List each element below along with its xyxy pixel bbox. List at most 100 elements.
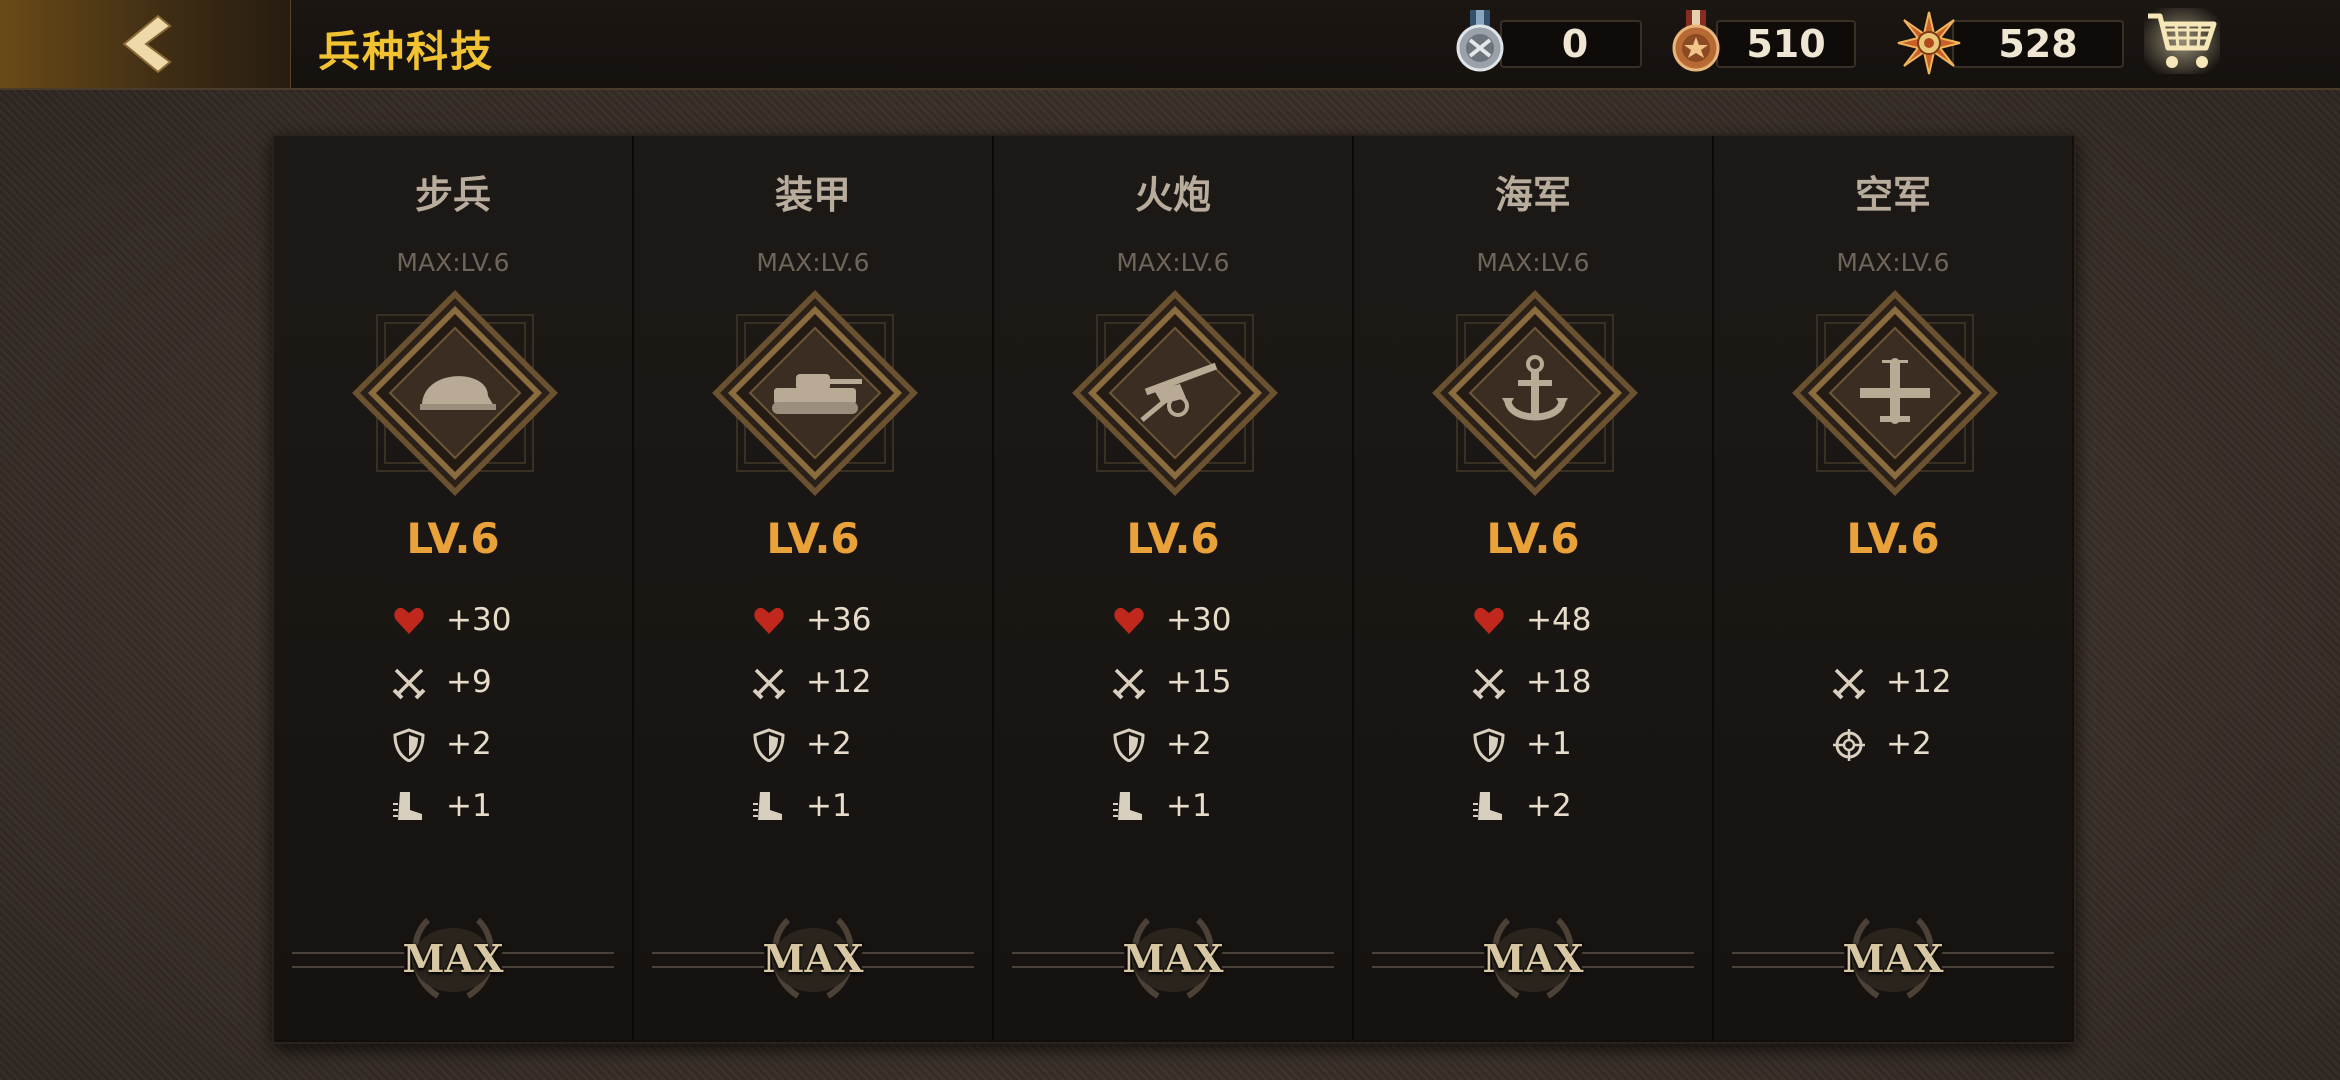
stat-value: +9 bbox=[446, 664, 492, 700]
stat-value: +12 bbox=[806, 664, 872, 700]
stat-value: +2 bbox=[1526, 788, 1572, 824]
crosshair-icon bbox=[1833, 729, 1865, 761]
stat-attack: +9 bbox=[392, 662, 592, 702]
stat-value: +2 bbox=[446, 726, 492, 762]
branch-level: LV.6 bbox=[406, 514, 500, 563]
tech-panel: 步兵 MAX:LV.6 LV.6 +30 +9 +2 +1 MAX 装甲 MAX… bbox=[272, 134, 2076, 1044]
max-label: MAX bbox=[1842, 936, 1944, 981]
branch-level: LV.6 bbox=[1846, 514, 1940, 563]
branch-level: LV.6 bbox=[1126, 514, 1220, 563]
heart-icon bbox=[1114, 607, 1144, 634]
boot-icon bbox=[753, 792, 782, 820]
stat-speed: +1 bbox=[392, 786, 592, 826]
max-level-button[interactable]: MAX bbox=[292, 908, 614, 1008]
cannon-icon bbox=[1072, 290, 1278, 496]
boot-icon bbox=[1473, 792, 1502, 820]
stat-defense: +2 bbox=[392, 724, 592, 764]
branch-max-level: MAX:LV.6 bbox=[1476, 248, 1590, 277]
max-label: MAX bbox=[1122, 936, 1224, 981]
stat-value: +30 bbox=[1166, 602, 1232, 638]
stat-value: +1 bbox=[1166, 788, 1212, 824]
stat-defense: +2 bbox=[752, 724, 952, 764]
max-label: MAX bbox=[762, 936, 864, 981]
stat-value: +1 bbox=[446, 788, 492, 824]
heart-icon bbox=[754, 607, 784, 634]
stat-speed: +1 bbox=[1112, 786, 1312, 826]
swords-icon bbox=[752, 668, 786, 700]
stat-value: +36 bbox=[806, 602, 872, 638]
stat-value: +1 bbox=[806, 788, 852, 824]
stat-value: +2 bbox=[1166, 726, 1212, 762]
stat-attack: +18 bbox=[1472, 662, 1672, 702]
shield-icon bbox=[393, 728, 425, 762]
stat-accuracy: +2 bbox=[1832, 724, 2032, 764]
branch-level: LV.6 bbox=[766, 514, 860, 563]
stat-value: +15 bbox=[1166, 664, 1232, 700]
shop-cart-icon[interactable] bbox=[2144, 8, 2220, 74]
stat-value: +30 bbox=[446, 602, 512, 638]
stat-attack: +15 bbox=[1112, 662, 1312, 702]
branch-card-artillery[interactable]: 火炮 MAX:LV.6 LV.6 +30 +15 +2 +1 MAX bbox=[994, 136, 1355, 1040]
heart-icon bbox=[1474, 607, 1504, 634]
stat-defense: +1 bbox=[1472, 724, 1672, 764]
branch-max-level: MAX:LV.6 bbox=[1836, 248, 1950, 277]
max-label: MAX bbox=[1482, 936, 1584, 981]
swords-icon bbox=[1832, 668, 1866, 700]
branch-max-level: MAX:LV.6 bbox=[1116, 248, 1230, 277]
chevron-left-icon bbox=[122, 14, 172, 74]
stat-attack: +12 bbox=[752, 662, 952, 702]
stat-hp: +36 bbox=[752, 600, 952, 640]
star-badge-counter: 528 bbox=[1952, 20, 2124, 68]
stat-value: +12 bbox=[1886, 664, 1952, 700]
silver-medal-icon bbox=[1456, 10, 1504, 72]
branch-name: 空军 bbox=[1854, 173, 1931, 217]
bronze-medal-value: 510 bbox=[1746, 22, 1826, 66]
top-bar: 兵种科技 0 510 528 bbox=[0, 0, 2340, 90]
silver-medal-counter: 0 bbox=[1500, 20, 1642, 68]
stat-value: +48 bbox=[1526, 602, 1592, 638]
max-label: MAX bbox=[402, 936, 504, 981]
stat-value: +18 bbox=[1526, 664, 1592, 700]
shield-icon bbox=[753, 728, 785, 762]
max-level-button[interactable]: MAX bbox=[1372, 908, 1694, 1008]
branch-name: 火炮 bbox=[1134, 173, 1211, 217]
stat-defense: +2 bbox=[1112, 724, 1312, 764]
boot-icon bbox=[393, 792, 422, 820]
bronze-medal-icon bbox=[1672, 10, 1720, 72]
branch-level: LV.6 bbox=[1486, 514, 1580, 563]
swords-icon bbox=[392, 668, 426, 700]
bronze-medal-counter: 510 bbox=[1716, 20, 1856, 68]
stat-speed: +1 bbox=[752, 786, 952, 826]
tank-icon bbox=[712, 290, 918, 496]
stat-speed: +2 bbox=[1472, 786, 1672, 826]
page-title: 兵种科技 bbox=[318, 27, 495, 76]
stat-hp: +48 bbox=[1472, 600, 1672, 640]
stat-attack: +12 bbox=[1832, 662, 2032, 702]
anchor-icon bbox=[1432, 290, 1638, 496]
stat-value: +2 bbox=[806, 726, 852, 762]
silver-medal-value: 0 bbox=[1561, 22, 1589, 66]
branch-card-armor[interactable]: 装甲 MAX:LV.6 LV.6 +36 +12 +2 +1 MAX bbox=[634, 136, 995, 1040]
swords-icon bbox=[1472, 668, 1506, 700]
star-badge-value: 528 bbox=[1998, 22, 2078, 66]
branch-card-infantry[interactable]: 步兵 MAX:LV.6 LV.6 +30 +9 +2 +1 MAX bbox=[274, 136, 635, 1040]
branch-card-navy[interactable]: 海军 MAX:LV.6 LV.6 +48 +18 +1 +2 MAX bbox=[1354, 136, 1715, 1040]
heart-icon bbox=[394, 607, 424, 634]
helmet-icon bbox=[352, 290, 558, 496]
max-level-button[interactable]: MAX bbox=[1012, 908, 1334, 1008]
branch-name: 装甲 bbox=[774, 173, 851, 217]
max-level-button[interactable]: MAX bbox=[652, 908, 974, 1008]
swords-icon bbox=[1112, 668, 1146, 700]
shield-icon bbox=[1473, 728, 1505, 762]
branch-max-level: MAX:LV.6 bbox=[756, 248, 870, 277]
boot-icon bbox=[1113, 792, 1142, 820]
stat-value: +2 bbox=[1886, 726, 1932, 762]
stat-hp: +30 bbox=[392, 600, 592, 640]
branch-card-airforce[interactable]: 空军 MAX:LV.6 LV.6 +12 +2 MAX bbox=[1714, 136, 2072, 1040]
star-badge-icon bbox=[1897, 11, 1961, 75]
shield-icon bbox=[1113, 728, 1145, 762]
back-button[interactable] bbox=[0, 0, 291, 88]
branch-name: 步兵 bbox=[414, 173, 491, 217]
max-level-button[interactable]: MAX bbox=[1732, 908, 2054, 1008]
stat-hp: +30 bbox=[1112, 600, 1312, 640]
